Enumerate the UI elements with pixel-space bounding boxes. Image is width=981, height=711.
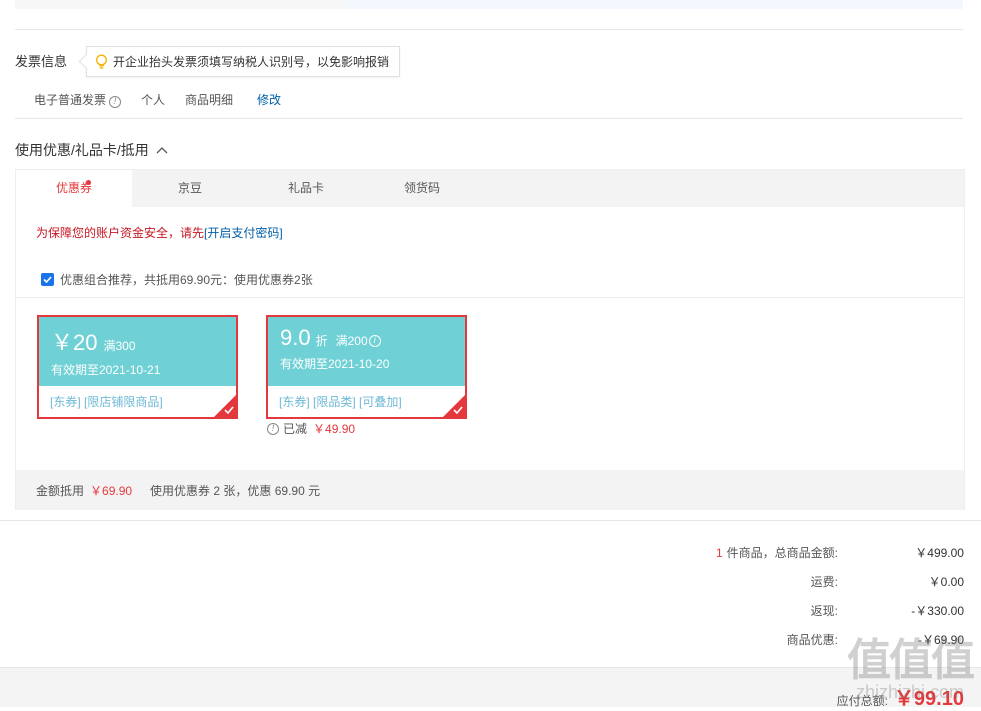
divider (16, 297, 964, 298)
security-notice: 为保障您的账户资金安全，请先[开启支付密码] (36, 226, 283, 240)
summary-discount: 商品优惠: -￥69.90 (786, 633, 964, 647)
coupon-tags: [东券] [限品类] [可叠加] (279, 395, 402, 409)
coupon-expiry: 有效期至2021-10-21 (51, 363, 161, 377)
combo-text: 优惠组合推荐，共抵用69.90元：使用优惠券2张 (60, 273, 313, 287)
payable-bar: 应付总额: ￥99.10 (0, 667, 981, 710)
discount-section-toggle[interactable]: 使用优惠/礼品卡/抵用 (15, 140, 168, 160)
coupon-amount: 9.0 (280, 325, 311, 350)
discount-amount: ￥69.90 (90, 483, 133, 498)
chevron-up-icon (156, 147, 168, 154)
coupon-expiry: 有效期至2021-10-20 (280, 357, 390, 371)
coupon-unit: 折 (315, 334, 328, 348)
summary-cashback: 返现: -￥330.00 (810, 604, 964, 618)
tab-coupons[interactable]: 优惠券 (16, 170, 132, 207)
order-summary: 1 件商品，总商品金额: ￥499.00 运费: ￥0.00 返现: -￥330.… (664, 544, 964, 660)
invoice-section-title: 发票信息 (15, 54, 68, 69)
check-icon (43, 276, 52, 283)
check-icon (453, 406, 463, 414)
lightbulb-icon (96, 54, 107, 69)
tab-jingdou[interactable]: 京豆 (132, 170, 248, 207)
summary-items: 1 件商品，总商品金额: ￥499.00 (715, 546, 964, 560)
discount-summary: 金额抵用 ￥69.90 使用优惠券 2 张，优惠 69.90 元 (16, 470, 964, 510)
new-dot (86, 180, 91, 185)
coupon-card[interactable]: ￥20 满300 有效期至2021-10-21 [东券] [限店铺限商品] (37, 315, 238, 419)
combo-recommendation: 优惠组合推荐，共抵用69.90元：使用优惠券2张 (41, 271, 313, 288)
info-icon[interactable]: ! (267, 422, 279, 435)
invoice-tip-text: 开企业抬头发票须填写纳税人识别号，以免影响报销 (113, 55, 390, 69)
discount-panel: 优惠券 京豆 礼品卡 领货码 为保障您的账户资金安全，请先[开启支付密码] 优惠… (15, 169, 965, 510)
invoice-tip: 开企业抬头发票须填写纳税人识别号，以免影响报销 (86, 46, 401, 77)
invoice-content: 商品明细 (185, 93, 234, 107)
invoice-subject: 个人 (141, 93, 166, 107)
combo-checkbox[interactable] (41, 273, 54, 286)
coupon-condition: 满300 (103, 339, 136, 353)
discount-tabs: 优惠券 京豆 礼品卡 领货码 (16, 170, 964, 207)
invoice-type: 电子普通发票! (34, 91, 122, 108)
coupon-amount: ￥20 (51, 330, 98, 355)
divider (15, 29, 963, 30)
tab-redeem-code[interactable]: 领货码 (364, 170, 480, 207)
invoice-edit-link[interactable]: 修改 (257, 91, 281, 108)
enable-pay-password-link[interactable]: [开启支付密码] (204, 226, 283, 240)
coupon-tags: [东券] [限店铺限商品] (50, 395, 163, 409)
summary-shipping: 运费: ￥0.00 (810, 575, 964, 589)
top-strip (15, 0, 963, 9)
coupon-condition: 满200 i (336, 332, 381, 349)
tab-gift-card[interactable]: 礼品卡 (248, 170, 364, 207)
coupon-card[interactable]: 9.0 折 满200 i 有效期至2021-10-20 [东券] [限品类] [可… (266, 315, 467, 419)
info-icon[interactable]: i (368, 334, 381, 347)
coupon-reduced: ! 已减 ￥49.90 (267, 420, 355, 437)
info-icon[interactable]: ! (109, 95, 122, 108)
divider (15, 118, 963, 119)
invoice-details: 电子普通发票! 个人 商品明细 修改 (34, 91, 301, 108)
check-icon (224, 406, 234, 414)
divider (0, 520, 981, 521)
